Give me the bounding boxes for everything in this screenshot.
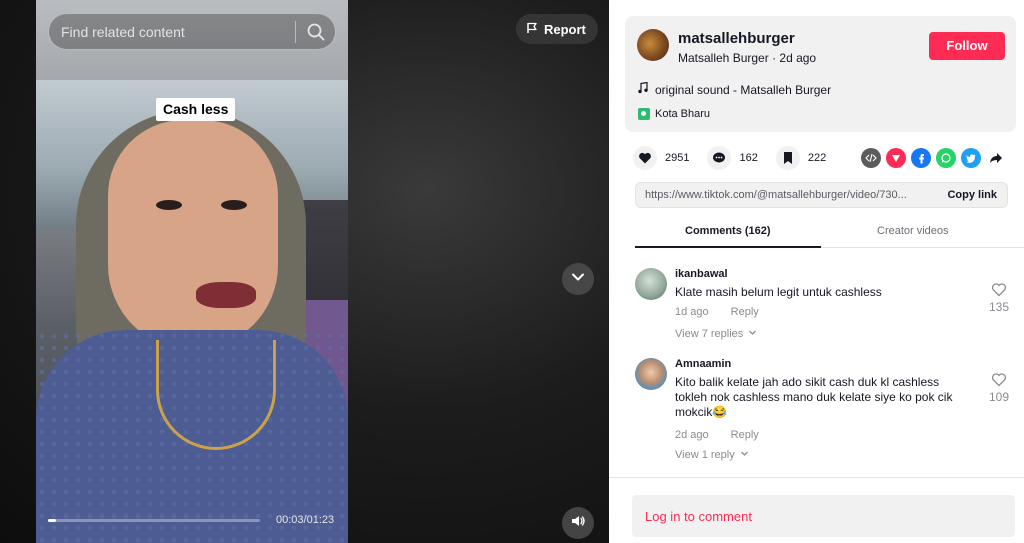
embed-icon[interactable] xyxy=(861,148,881,168)
search-bar[interactable] xyxy=(48,13,336,50)
comment-text: Kito balik kelate jah ado sikit cash duk… xyxy=(675,375,953,419)
comment-text: Klate masih belum legit untuk cashless xyxy=(675,285,882,299)
search-divider xyxy=(295,21,296,43)
like-count: 2951 xyxy=(665,152,690,164)
heart-outline-icon xyxy=(987,282,1011,300)
video-progress-fill xyxy=(48,519,56,522)
post-time: 2d ago xyxy=(779,51,817,65)
location-icon xyxy=(638,108,650,120)
video-frame[interactable] xyxy=(36,0,348,543)
twitter-icon[interactable] xyxy=(961,148,981,168)
comment-tabs: Comments (162) Creator videos xyxy=(635,220,1024,248)
video-link-box[interactable]: https://www.tiktok.com/@matsallehburger/… xyxy=(635,182,1008,208)
tab-creator-videos[interactable]: Creator videos xyxy=(877,225,949,237)
comment-icon xyxy=(707,146,732,170)
active-tab-indicator xyxy=(635,246,821,248)
report-label: Report xyxy=(544,21,586,37)
chevron-down-icon xyxy=(570,269,586,290)
comment-time: 1d ago xyxy=(675,306,709,318)
mouth xyxy=(196,282,256,308)
music-title[interactable]: original sound - Matsalleh Burger xyxy=(655,83,831,97)
flag-icon xyxy=(526,22,538,37)
heart-outline-icon xyxy=(987,372,1011,390)
comment-like-count: 109 xyxy=(988,390,1010,404)
comment-like[interactable]: 109 xyxy=(987,372,1011,404)
follow-button[interactable]: Follow xyxy=(929,32,1005,60)
search-icon[interactable] xyxy=(305,21,327,43)
volume-icon xyxy=(570,513,586,534)
video-player[interactable]: Cash less Report 00:03/01:23 xyxy=(0,0,609,543)
save-stat[interactable]: 222 xyxy=(775,146,827,170)
like-stat[interactable]: 2951 xyxy=(633,146,689,170)
comment-meta: 1d ago Reply xyxy=(675,306,759,318)
volume-button[interactable] xyxy=(562,507,594,539)
location-label: Kota Bharu xyxy=(655,108,711,120)
comment-like[interactable]: 135 xyxy=(987,282,1011,314)
bottom-divider xyxy=(609,477,1024,478)
forward-icon[interactable] xyxy=(986,148,1006,168)
reply-button[interactable]: Reply xyxy=(731,429,759,441)
author-nickname[interactable]: Matsalleh Burger xyxy=(678,51,769,65)
author-card: matsallehburger Matsalleh Burger · 2d ag… xyxy=(625,16,1016,132)
reply-button[interactable]: Reply xyxy=(731,306,759,318)
tab-comments[interactable]: Comments (162) xyxy=(685,225,771,237)
bookmark-icon xyxy=(775,146,800,170)
presenter-face xyxy=(108,120,278,350)
view-replies-label: View 1 reply xyxy=(675,449,735,461)
view-replies-button[interactable]: View 7 replies xyxy=(675,328,757,340)
video-progress-bar[interactable] xyxy=(48,519,260,522)
video-time: 00:03/01:23 xyxy=(276,514,335,526)
whatsapp-icon[interactable] xyxy=(936,148,956,168)
comment-count: 162 xyxy=(739,152,758,164)
author-avatar[interactable] xyxy=(637,29,669,61)
author-nickname-line: Matsalleh Burger · 2d ago xyxy=(678,51,816,65)
engagement-stats: 2951 162 222 xyxy=(633,146,844,170)
tiktok-video-page: Cash less Report 00:03/01:23 xyxy=(0,0,1024,543)
comment-like-count: 135 xyxy=(988,300,1010,314)
comment-stat[interactable]: 162 xyxy=(707,146,758,170)
details-panel: matsallehburger Matsalleh Burger · 2d ag… xyxy=(609,0,1024,543)
right-eye xyxy=(221,200,247,210)
login-to-comment-bar[interactable]: Log in to comment xyxy=(632,495,1015,537)
chevron-down-icon xyxy=(740,449,749,461)
chevron-down-icon xyxy=(748,328,757,340)
commenter-name[interactable]: ikanbawal xyxy=(675,268,728,280)
heart-icon xyxy=(633,146,657,170)
search-input[interactable] xyxy=(61,14,296,49)
comment-item: ikanbawal Klate masih belum legit untuk … xyxy=(635,268,1009,348)
commenter-avatar[interactable] xyxy=(635,358,667,390)
report-button[interactable]: Report xyxy=(516,14,598,44)
author-username[interactable]: matsallehburger xyxy=(678,30,795,47)
comment-meta: 2d ago Reply xyxy=(675,429,759,441)
login-to-comment-link[interactable]: Log in to comment xyxy=(645,509,752,524)
facebook-icon[interactable] xyxy=(911,148,931,168)
share-buttons xyxy=(861,148,1006,168)
video-link-url[interactable]: https://www.tiktok.com/@matsallehburger/… xyxy=(645,189,927,201)
commenter-avatar[interactable] xyxy=(635,268,667,300)
next-video-button[interactable] xyxy=(562,263,594,295)
view-replies-button[interactable]: View 1 reply xyxy=(675,449,749,461)
view-replies-label: View 7 replies xyxy=(675,328,744,340)
comment-time: 2d ago xyxy=(675,429,709,441)
commenter-name[interactable]: Amnaamin xyxy=(675,358,731,370)
music-note-icon xyxy=(638,81,648,97)
send-icon[interactable] xyxy=(886,148,906,168)
location-badge[interactable]: Kota Bharu xyxy=(638,104,710,124)
copy-link-button[interactable]: Copy link xyxy=(947,189,997,201)
music-row[interactable]: original sound - Matsalleh Burger xyxy=(638,81,831,97)
save-count: 222 xyxy=(807,152,827,164)
left-eye xyxy=(156,200,182,210)
comment-item: Amnaamin Kito balik kelate jah ado sikit… xyxy=(635,358,1009,464)
video-caption-overlay: Cash less xyxy=(156,98,236,121)
